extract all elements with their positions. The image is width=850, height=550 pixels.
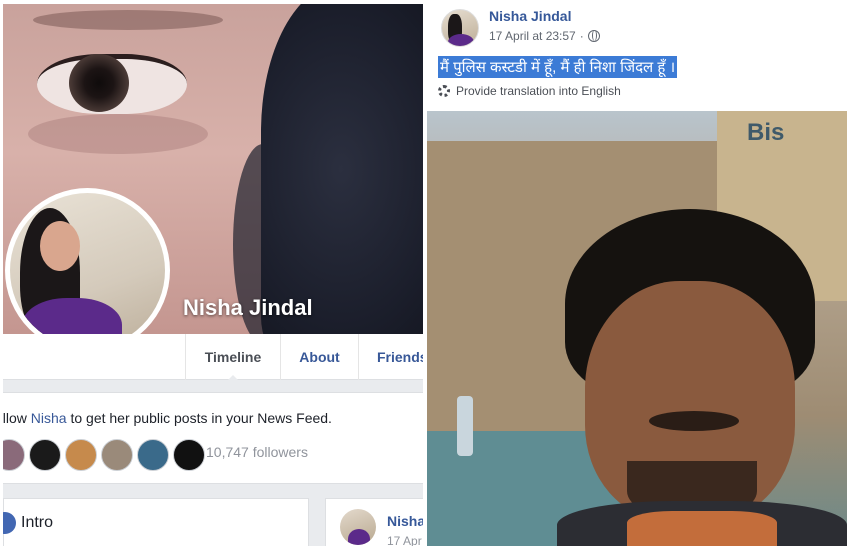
profile-avatar[interactable] [5,188,170,353]
post-panel: Nisha Jindal 17 April at 23:57 · मैं पुल… [427,4,847,546]
translate-row: Provide translation into English [438,84,621,98]
tab-timeline[interactable]: Timeline [185,334,280,381]
tab-about[interactable]: About [280,334,358,380]
intro-card: Intro [3,498,309,546]
profile-name[interactable]: Nisha Jindal [183,295,313,321]
mini-post-avatar[interactable] [340,509,376,545]
mini-post-date[interactable]: 17 Apr [387,534,422,546]
post-timestamp[interactable]: 17 April at 23:57 [489,29,576,43]
post-author-avatar[interactable] [441,9,479,47]
profile-panel: Nisha Jindal Timeline About Friends ollo… [3,4,423,546]
followers-count[interactable]: 10,747 followers [206,444,308,460]
collage: Nisha Jindal Timeline About Friends ollo… [0,0,850,550]
intro-title: Intro [21,514,54,531]
globe-icon[interactable] [587,30,600,42]
translate-link[interactable]: Provide translation into English [456,84,621,98]
follower-avatar[interactable] [29,439,61,471]
box-brand-text: Bis [747,119,785,146]
follower-avatar[interactable] [173,439,205,471]
follow-prefix: ollow [3,410,27,426]
mini-post-card: Nisha 17 Apr [325,498,423,546]
follower-avatar[interactable] [101,439,133,471]
follow-suffix: to get her public posts in your News Fee… [66,410,332,426]
intro-globe-icon [3,512,16,534]
gear-icon[interactable] [438,85,450,97]
post-meta: 17 April at 23:57 · [489,29,600,43]
post-author-name[interactable]: Nisha Jindal [489,8,571,24]
follower-avatar[interactable] [137,439,169,471]
tab-friends[interactable]: Friends [358,334,423,380]
profile-tabs: Timeline About Friends [3,334,423,381]
post-photo[interactable]: Bis [427,111,847,546]
follower-avatar[interactable] [65,439,97,471]
follower-avatar[interactable] [3,439,25,471]
follow-prompt: ollow Nisha to get her public posts in y… [3,410,332,426]
post-text: मैं पुलिस कस्टडी में हूँ, मैं ही निशा जि… [438,56,678,78]
mini-post-author[interactable]: Nisha [387,513,423,529]
follow-card: ollow Nisha to get her public posts in y… [3,392,423,484]
follow-link[interactable]: Nisha [31,410,67,426]
follower-thumbnails [3,439,205,471]
